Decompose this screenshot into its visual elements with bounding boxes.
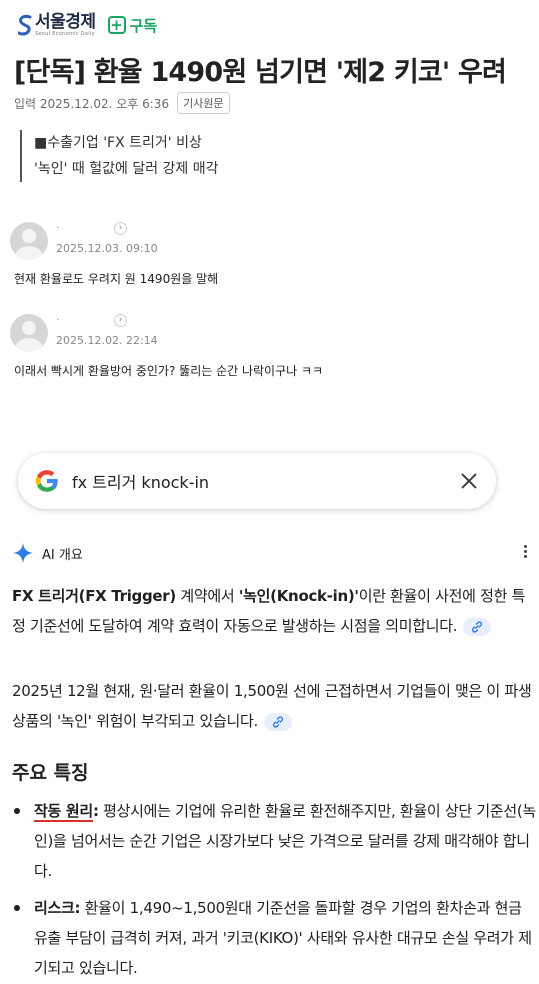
section-title: 주요 특징 (12, 762, 89, 784)
avatar[interactable] (10, 314, 48, 352)
comment-date: 2025.12.03. 09:10 (56, 242, 158, 255)
link-icon (273, 715, 283, 728)
google-logo-icon (35, 470, 58, 492)
ai-paragraph: 2025년 12월 현재, 원·달러 환율이 1,500원 선에 근접하면서 기… (12, 682, 532, 731)
subscribe-label: 구독 (129, 16, 158, 35)
publisher-tagline: Seoul Economic Daily (35, 30, 95, 37)
publish-time: 입력 2025.12.02. 오후 6:36 (14, 96, 170, 111)
close-icon[interactable] (458, 470, 480, 492)
subscribe-button[interactable]: + 구독 (107, 15, 158, 36)
publisher-logo[interactable]: 서울경제 Seoul Economic Daily (17, 11, 96, 37)
bullet-text: 환율이 1,490~1,500원대 기준선을 돌파할 경우 기업의 환차손과 현… (34, 899, 532, 977)
bullet-term: 리스크 (34, 899, 75, 917)
list-item: 리스크: 환율이 1,490~1,500원대 기준선을 돌파할 경우 기업의 환… (12, 893, 538, 983)
seoul-economic-logo-icon (17, 14, 32, 36)
bullet-text: 평상시에는 기업에 유리한 환율로 환전해주지만, 환율이 상단 기준선(녹인)… (34, 802, 536, 880)
ai-overview-header: AI 개요 (12, 541, 532, 565)
list-item: 작동 원리: 평상시에는 기업에 유리한 환율로 환전해주지만, 환율이 상단 … (12, 796, 538, 886)
comment-author[interactable]: · (56, 221, 60, 234)
article-headline: [단독] 환율 1490원 넘기면 '제2 키코' 우려 (14, 57, 507, 88)
comment-text: 이래서 빡시게 환율방어 중인가? 뚫리는 순간 나락이구나 ㅋㅋ (14, 364, 324, 378)
plus-box-icon: + (107, 16, 126, 34)
ai-overview-title: AI 개요 (42, 547, 83, 563)
chevron-right-icon[interactable]: › (114, 314, 127, 327)
original-article-button[interactable]: 기사원문 (177, 92, 230, 114)
summary-line: '녹인' 때 헐값에 달러 강제 매각 (34, 161, 219, 177)
publisher-header: 서울경제 Seoul Economic Daily + 구독 (17, 10, 158, 40)
publisher-name: 서울경제 (35, 11, 96, 32)
link-icon (472, 620, 483, 633)
chevron-right-icon[interactable]: › (114, 222, 127, 235)
comment-author[interactable]: · (56, 313, 60, 326)
more-vert-icon[interactable] (518, 543, 532, 563)
ai-paragraph: FX 트리거(FX Trigger) 계약에서 '녹인(Knock-in)'이란… (12, 587, 526, 636)
term-fx-trigger: FX 트리거(FX Trigger) (12, 587, 176, 605)
source-link-button[interactable] (264, 712, 292, 731)
article-meta: 입력 2025.12.02. 오후 6:36 기사원문 (14, 92, 230, 114)
bullet-term: 작동 원리 (34, 802, 93, 820)
comment-date: 2025.12.02. 22:14 (56, 334, 158, 347)
comment-text: 현재 환율로도 우려지 원 1490원을 말해 (14, 272, 219, 286)
source-link-button[interactable] (463, 617, 492, 636)
sparkle-icon (12, 542, 34, 564)
article-summary: ■수출기업 'FX 트리거' 비상 '녹인' 때 헐값에 달러 강제 매각 (20, 130, 219, 182)
avatar[interactable] (10, 222, 48, 260)
term-knock-in: '녹인(Knock-in)' (238, 587, 359, 605)
search-input[interactable] (72, 471, 458, 491)
google-search-bar[interactable] (18, 453, 496, 509)
summary-line: ■수출기업 'FX 트리거' 비상 (34, 135, 202, 151)
